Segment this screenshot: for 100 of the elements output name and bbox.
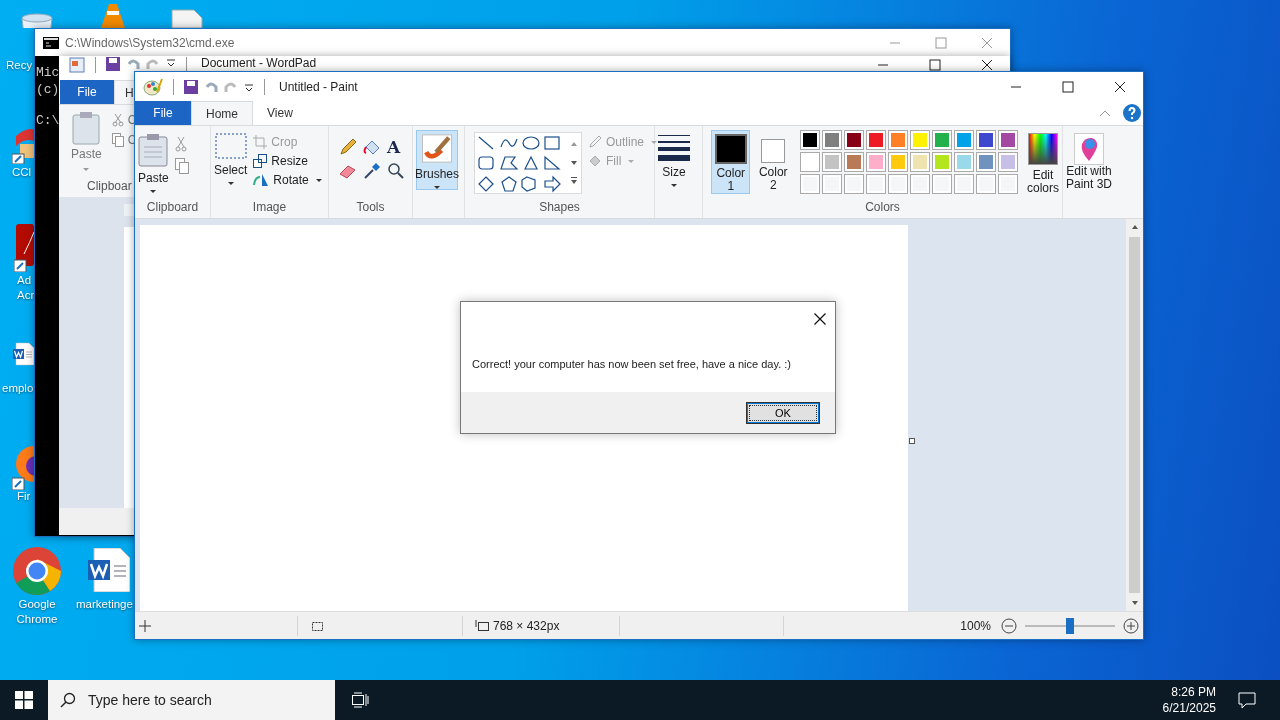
task-view-icon[interactable]: [351, 692, 369, 708]
resize-handle[interactable]: [909, 438, 915, 444]
shapes-gallery[interactable]: [474, 132, 582, 194]
move-icon: [139, 619, 151, 632]
chrome-browser-icon[interactable]: [12, 546, 62, 596]
close-icon[interactable]: [814, 313, 826, 325]
scissors-icon[interactable]: [174, 136, 187, 152]
edit-colors-button[interactable]: Edit colors: [1026, 130, 1059, 200]
word-document-icon[interactable]: [86, 548, 130, 592]
console-icon: [43, 36, 59, 49]
ribbon-tab[interactable]: H: [114, 80, 135, 104]
select-button[interactable]: Select: [214, 163, 248, 177]
notification-icon[interactable]: [1238, 691, 1256, 709]
crop-icon: [253, 135, 268, 149]
copy-icon[interactable]: [174, 158, 189, 174]
paste-button[interactable]: Paste: [71, 147, 102, 161]
icon-label: Ad: [17, 273, 33, 288]
color-swatch[interactable]: [821, 130, 842, 150]
icon-label: Recy: [6, 58, 33, 73]
icon-label: Google: [17, 597, 57, 612]
ribbon-tab[interactable]: View: [253, 101, 307, 125]
color-swatch[interactable]: [909, 130, 930, 150]
pdf-app-icon[interactable]: [14, 224, 34, 272]
color-swatch[interactable]: [799, 152, 820, 172]
text-tool[interactable]: A: [387, 138, 405, 156]
maximize-icon[interactable]: [1062, 80, 1074, 93]
ribbon-tab[interactable]: File: [135, 101, 191, 125]
group-label: Colors: [864, 200, 901, 216]
ok-button[interactable]: OK: [746, 401, 820, 424]
color-swatch[interactable]: [909, 152, 930, 172]
undo-icon[interactable]: [126, 57, 140, 71]
pencil-icon[interactable]: [339, 138, 357, 156]
color-swatch[interactable]: [865, 152, 886, 172]
color-swatch[interactable]: [931, 130, 952, 150]
paint-bucket-icon[interactable]: [363, 138, 381, 156]
paste-button[interactable]: Paste: [138, 171, 169, 185]
zoom-in-icon[interactable]: [1123, 617, 1139, 634]
maximize-icon[interactable]: [929, 59, 941, 71]
brushes-button[interactable]: Brushes: [416, 130, 458, 190]
rotate-button[interactable]: Rotate: [273, 173, 309, 187]
close-icon[interactable]: [1114, 80, 1126, 93]
selection-size-icon: [310, 619, 324, 632]
collapse-ribbon-icon[interactable]: [1099, 109, 1111, 117]
search-icon: [60, 692, 76, 708]
magnifier-icon[interactable]: [387, 162, 405, 180]
color-swatch[interactable]: [931, 152, 952, 172]
scroll-down-icon[interactable]: [571, 161, 577, 165]
size-button[interactable]: Size: [662, 165, 686, 179]
color-2-button[interactable]: Color 2: [753, 130, 793, 194]
group-label: Tools: [355, 200, 386, 216]
color-swatch[interactable]: [821, 152, 842, 172]
color-1-button[interactable]: Color 1: [711, 130, 751, 194]
color-swatch[interactable]: [843, 152, 864, 172]
save-icon[interactable]: [106, 57, 120, 71]
color-swatch[interactable]: [887, 152, 908, 172]
color-swatch[interactable]: [953, 130, 974, 150]
icon-label: CCl: [12, 165, 32, 180]
paint-drop-icon: [1074, 133, 1104, 165]
console-text: Mic: [36, 64, 60, 81]
group-label: Image: [251, 200, 288, 216]
help-icon[interactable]: [1123, 104, 1141, 122]
color-swatch[interactable]: [975, 152, 996, 172]
dropdown-icon[interactable]: [244, 81, 254, 92]
color-swatch[interactable]: [997, 152, 1018, 172]
icon-label: Fir: [17, 489, 31, 504]
color-picker-icon[interactable]: [363, 162, 381, 180]
dropdown-icon[interactable]: [166, 57, 176, 67]
group-label: Clipboar: [87, 179, 132, 193]
expand-gallery-icon[interactable]: [571, 179, 577, 184]
color-swatch[interactable]: [799, 130, 820, 150]
save-icon[interactable]: [184, 79, 198, 94]
window-title: Document - WordPad: [201, 57, 317, 70]
console-text: C:\: [36, 112, 60, 129]
resize-icon: [253, 154, 268, 168]
color-swatch[interactable]: [865, 130, 886, 150]
resize-button[interactable]: Resize: [271, 154, 309, 168]
clock-time[interactable]: 8:26 PM: [1171, 684, 1216, 700]
zoom-out-icon[interactable]: [1001, 617, 1017, 634]
paint-3d-button[interactable]: Edit with Paint 3D: [1066, 130, 1113, 200]
color-swatch[interactable]: [843, 130, 864, 150]
clock-date[interactable]: 6/21/2025: [1162, 700, 1216, 716]
brush-icon: [420, 134, 454, 163]
spectrum-icon: [1027, 133, 1058, 165]
redo-icon[interactable]: [146, 57, 160, 71]
windows-logo-icon[interactable]: [15, 691, 33, 709]
group-label: Shapes: [538, 200, 581, 216]
ribbon-tab[interactable]: Home: [191, 101, 253, 125]
color-swatch[interactable]: [953, 152, 974, 172]
caret-icon: [150, 190, 157, 193]
search-field[interactable]: Type here to search: [48, 680, 335, 720]
scroll-up-icon[interactable]: [571, 142, 577, 147]
vertical-scrollbar[interactable]: [1126, 219, 1143, 611]
canvas-size-icon: [475, 619, 489, 632]
color-swatch[interactable]: [887, 130, 908, 150]
scissors-icon: [111, 113, 124, 127]
color-swatch[interactable]: [997, 130, 1018, 150]
color-swatch[interactable]: [975, 130, 996, 150]
close-icon[interactable]: [981, 59, 993, 71]
selection-icon: [214, 133, 247, 159]
ribbon-tab[interactable]: File: [60, 80, 114, 104]
